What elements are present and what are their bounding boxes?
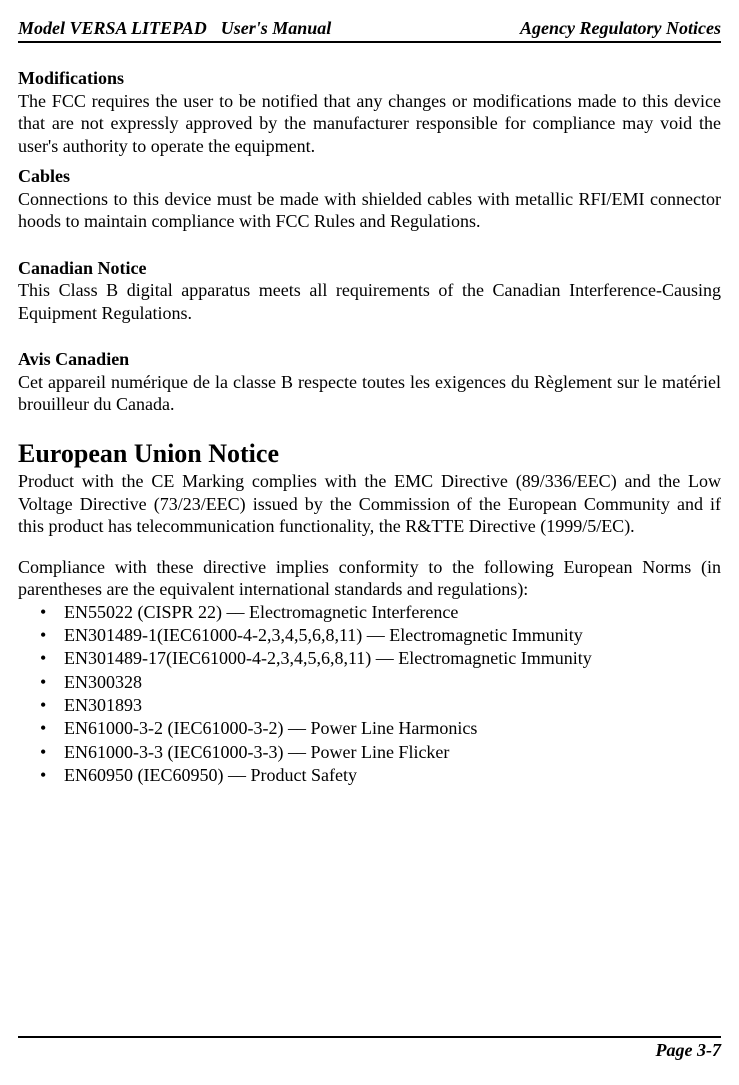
spacer xyxy=(18,241,721,251)
canadian-body: This Class B digital apparatus meets all… xyxy=(18,279,721,324)
cables-body: Connections to this device must be made … xyxy=(18,188,721,233)
page-number: Page 3-7 xyxy=(656,1040,721,1060)
eu-body-1: Product with the CE Marking complies wit… xyxy=(18,470,721,538)
compliance-list: EN55022 (CISPR 22) –– Electromagnetic In… xyxy=(18,601,721,788)
list-item: EN61000-3-2 (IEC61000-3-2) –– Power Line… xyxy=(40,717,721,740)
eu-body-2: Compliance with these directive implies … xyxy=(18,556,721,601)
avis-body: Cet appareil numérique de la classe B re… xyxy=(18,371,721,416)
page-footer: Page 3-7 xyxy=(18,1036,721,1061)
header-model: Model VERSA LITEPAD xyxy=(18,18,207,39)
list-item: EN301489-1(IEC61000-4-2,3,4,5,6,8,11) ––… xyxy=(40,624,721,647)
modifications-heading: Modifications xyxy=(18,67,721,90)
spacer xyxy=(18,546,721,556)
page-content: Modifications The FCC requires the user … xyxy=(18,67,721,1024)
cables-heading: Cables xyxy=(18,165,721,188)
header-manual: User's Manual xyxy=(221,18,332,39)
header-section: Agency Regulatory Notices xyxy=(520,18,721,39)
eu-heading: European Union Notice xyxy=(18,438,721,471)
avis-heading: Avis Canadien xyxy=(18,348,721,371)
list-item: EN301489-17(IEC61000-4-2,3,4,5,6,8,11) –… xyxy=(40,647,721,670)
list-item: EN301893 xyxy=(40,694,721,717)
modifications-body: The FCC requires the user to be notified… xyxy=(18,90,721,158)
list-item: EN55022 (CISPR 22) –– Electromagnetic In… xyxy=(40,601,721,624)
canadian-heading: Canadian Notice xyxy=(18,257,721,280)
list-item: EN300328 xyxy=(40,671,721,694)
list-item: EN60950 (IEC60950) –– Product Safety xyxy=(40,764,721,787)
page-header: Model VERSA LITEPAD User's Manual Agency… xyxy=(18,18,721,43)
header-left: Model VERSA LITEPAD User's Manual xyxy=(18,18,331,39)
spacer xyxy=(18,332,721,342)
list-item: EN61000-3-3 (IEC61000-3-3) –– Power Line… xyxy=(40,741,721,764)
